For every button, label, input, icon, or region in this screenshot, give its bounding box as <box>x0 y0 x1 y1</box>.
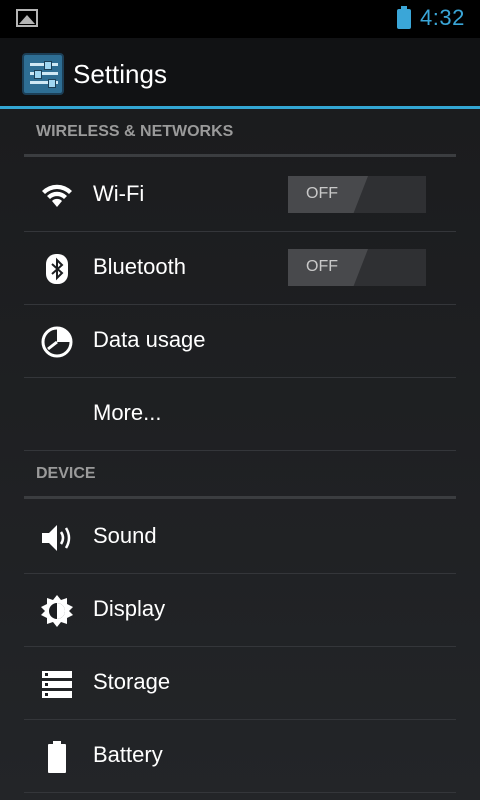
wifi-toggle[interactable]: OFF <box>288 176 426 213</box>
status-clock: 4:32 <box>420 5 465 30</box>
settings-item-battery[interactable]: Battery <box>24 720 456 793</box>
settings-item-more[interactable]: More... <box>24 378 456 451</box>
image-notification-icon <box>16 9 38 27</box>
section-header-label: DEVICE <box>36 465 96 482</box>
settings-item-label: Storage <box>93 669 171 694</box>
wifi-icon <box>42 184 72 207</box>
display-icon <box>41 595 73 627</box>
settings-item-display[interactable]: Display <box>24 574 456 647</box>
wifi-toggle-state: OFF <box>306 185 338 202</box>
battery-status-icon <box>397 6 411 29</box>
settings-item-bluetooth[interactable]: Bluetooth OFF <box>24 232 456 305</box>
section-header-device: DEVICE <box>24 451 456 499</box>
settings-item-label: Display <box>93 596 166 621</box>
bluetooth-toggle-state: OFF <box>306 258 338 275</box>
storage-icon <box>42 671 72 698</box>
settings-item-data-usage[interactable]: Data usage <box>24 305 456 378</box>
settings-item-storage[interactable]: Storage <box>24 647 456 720</box>
settings-app-icon[interactable] <box>22 53 64 95</box>
settings-item-label: Sound <box>93 523 157 548</box>
settings-item-wifi[interactable]: Wi-Fi OFF <box>24 159 456 232</box>
data-usage-icon <box>41 326 73 358</box>
section-header-wireless: WIRELESS & NETWORKS <box>24 109 456 157</box>
settings-item-label: Battery <box>93 742 163 767</box>
bluetooth-icon <box>46 254 68 284</box>
action-bar <box>0 38 480 106</box>
settings-item-label: Wi-Fi <box>93 181 145 206</box>
sound-icon <box>42 525 71 551</box>
page-title: Settings <box>73 59 167 89</box>
status-bar: 4:32 <box>0 0 480 38</box>
section-header-label: WIRELESS & NETWORKS <box>36 123 234 140</box>
battery-icon <box>48 741 66 773</box>
settings-item-label: Bluetooth <box>93 254 186 279</box>
bluetooth-toggle[interactable]: OFF <box>288 249 426 286</box>
settings-item-sound[interactable]: Sound <box>24 501 456 574</box>
settings-item-label: More... <box>93 400 162 425</box>
settings-item-label: Data usage <box>93 327 206 352</box>
